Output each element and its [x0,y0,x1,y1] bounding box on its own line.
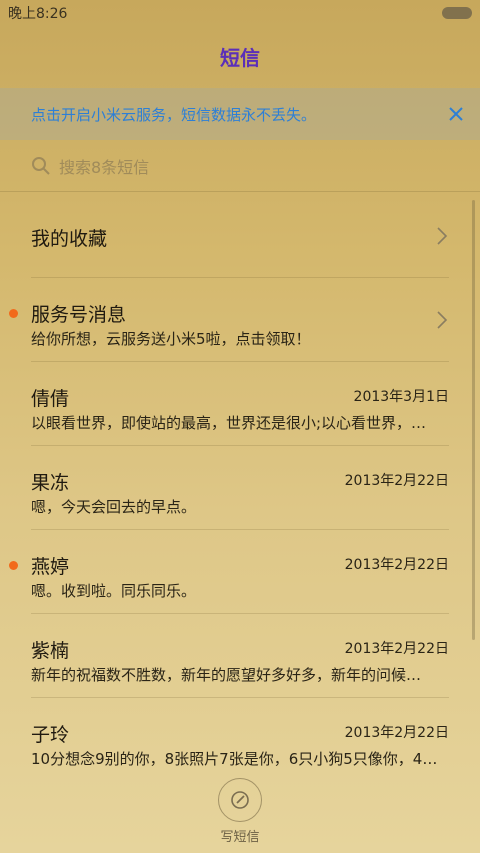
compose-label[interactable]: 写短信 [220,826,259,845]
search-input[interactable]: 搜索8条短信 [59,154,149,178]
header: 短信 [0,26,480,86]
contact-name: 紫楠 [31,640,70,662]
status-time: 晚上8:26 [8,6,68,22]
search-icon [31,156,51,176]
chevron-right-icon [437,227,448,245]
message-date: 2013年2月22日 [344,725,449,741]
favorites-label: 我的收藏 [31,228,108,250]
message-preview: 新年的祝福数不胜数，新年的愿望好多好多，新年的问候… [31,666,422,684]
contact-name: 燕婷 [31,556,70,578]
compose-area: 写短信 [0,778,480,848]
unread-dot [9,561,18,570]
compose-icon [231,791,249,809]
message-date: 2013年2月22日 [344,641,449,657]
contact-name: 倩倩 [31,388,70,410]
service-messages-row[interactable]: 服务号消息 给你所想，云服务送小米5啦，点击领取！ [9,278,449,362]
page-title: 短信 [220,45,260,70]
message-preview: 嗯。收到啦。同乐同乐。 [31,582,197,600]
conversation-row[interactable]: 紫楠 2013年2月22日 新年的祝福数不胜数，新年的愿望好多好多，新年的问候… [31,614,449,698]
banner-text[interactable]: 点击开启小米云服务，短信数据永不丢失。 [31,104,316,125]
message-date: 2013年2月22日 [344,473,449,489]
unread-dot [9,309,18,318]
message-preview: 10分想念9别的你，8张照片7张是你，6只小狗5只像你，4… [31,750,438,768]
scrollbar[interactable] [472,200,475,640]
search-bar[interactable]: 搜索8条短信 [0,140,480,192]
contact-name: 子玲 [31,724,70,746]
conversation-list: 我的收藏 服务号消息 给你所想，云服务送小米5啦，点击领取！ 倩倩 2013年3… [0,194,480,782]
conversation-row[interactable]: 燕婷 2013年2月22日 嗯。收到啦。同乐同乐。 [9,530,449,614]
service-title: 服务号消息 [31,304,127,326]
chevron-right-icon [437,311,448,329]
message-date: 2013年3月1日 [353,389,449,405]
message-preview: 嗯，今天会回去的早点。 [31,498,197,516]
message-preview: 以眼看世界，即使站的最高，世界还是很小;以心看世界，… [31,414,427,432]
battery-icon [442,7,472,19]
conversation-row[interactable]: 果冻 2013年2月22日 嗯，今天会回去的早点。 [31,446,449,530]
cloud-service-banner[interactable]: 点击开启小米云服务，短信数据永不丢失。 [0,88,480,140]
conversation-row[interactable]: 倩倩 2013年3月1日 以眼看世界，即使站的最高，世界还是很小;以心看世界，… [31,362,449,446]
message-date: 2013年2月22日 [344,557,449,573]
service-preview: 给你所想，云服务送小米5啦，点击领取！ [31,330,311,348]
conversation-row[interactable]: 子玲 2013年2月22日 10分想念9别的你，8张照片7张是你，6只小狗5只像… [31,698,449,782]
status-bar: 晚上8:26 [0,0,480,26]
compose-button[interactable] [218,778,262,822]
favorites-row[interactable]: 我的收藏 [31,194,449,278]
close-icon[interactable] [446,104,466,124]
contact-name: 果冻 [31,472,70,494]
